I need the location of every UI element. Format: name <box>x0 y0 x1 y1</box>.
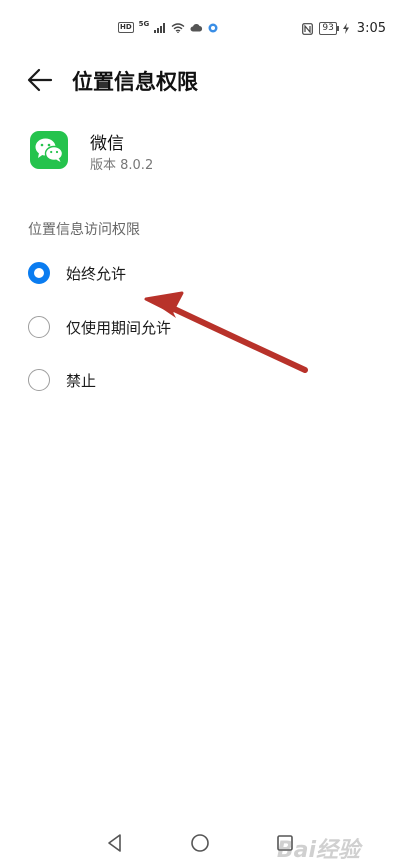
wifi-icon <box>171 22 185 33</box>
section-label: 位置信息访问权限 <box>28 222 140 238</box>
option-always-allow[interactable]: 始终允许 <box>28 258 368 288</box>
wechat-bubbles <box>35 138 64 162</box>
clock: 3:05 <box>356 21 386 36</box>
radio-unchecked-icon[interactable] <box>28 316 50 338</box>
app-version: 版本 8.0.2 <box>90 158 154 173</box>
option-label: 始终允许 <box>66 264 127 283</box>
option-deny[interactable]: 禁止 <box>28 365 368 395</box>
option-label: 仅使用期间允许 <box>66 318 172 337</box>
nfc-icon <box>302 22 314 35</box>
radio-checked-icon[interactable] <box>28 262 50 284</box>
radio-unchecked-icon[interactable] <box>28 369 50 391</box>
red-arrow-annotation <box>144 291 308 373</box>
cloud-icon <box>190 24 203 32</box>
page-title: 位置信息权限 <box>72 70 198 94</box>
status-bar: HD 5G 93 3:05 <box>0 0 400 40</box>
triangle-back-icon[interactable] <box>104 832 126 854</box>
watermark: Bai经验 <box>276 838 360 863</box>
app-notification-icon <box>208 23 218 32</box>
network-type: 5G <box>138 19 150 28</box>
circle-home-icon[interactable] <box>189 832 211 854</box>
charging-icon <box>342 23 349 34</box>
option-label: 禁止 <box>66 371 97 390</box>
header: 位置信息权限 <box>0 58 400 102</box>
signal-icon <box>154 22 166 33</box>
arrow-left-icon <box>27 68 53 92</box>
app-name: 微信 <box>90 134 124 154</box>
option-allow-while-using[interactable]: 仅使用期间允许 <box>28 312 368 342</box>
battery-icon: 93 <box>319 22 340 35</box>
hd-icon: HD <box>118 22 134 33</box>
status-right: 93 3:05 <box>302 21 386 36</box>
wechat-icon <box>30 131 68 169</box>
status-left: HD 5G <box>118 19 218 33</box>
back-button[interactable] <box>24 64 56 96</box>
